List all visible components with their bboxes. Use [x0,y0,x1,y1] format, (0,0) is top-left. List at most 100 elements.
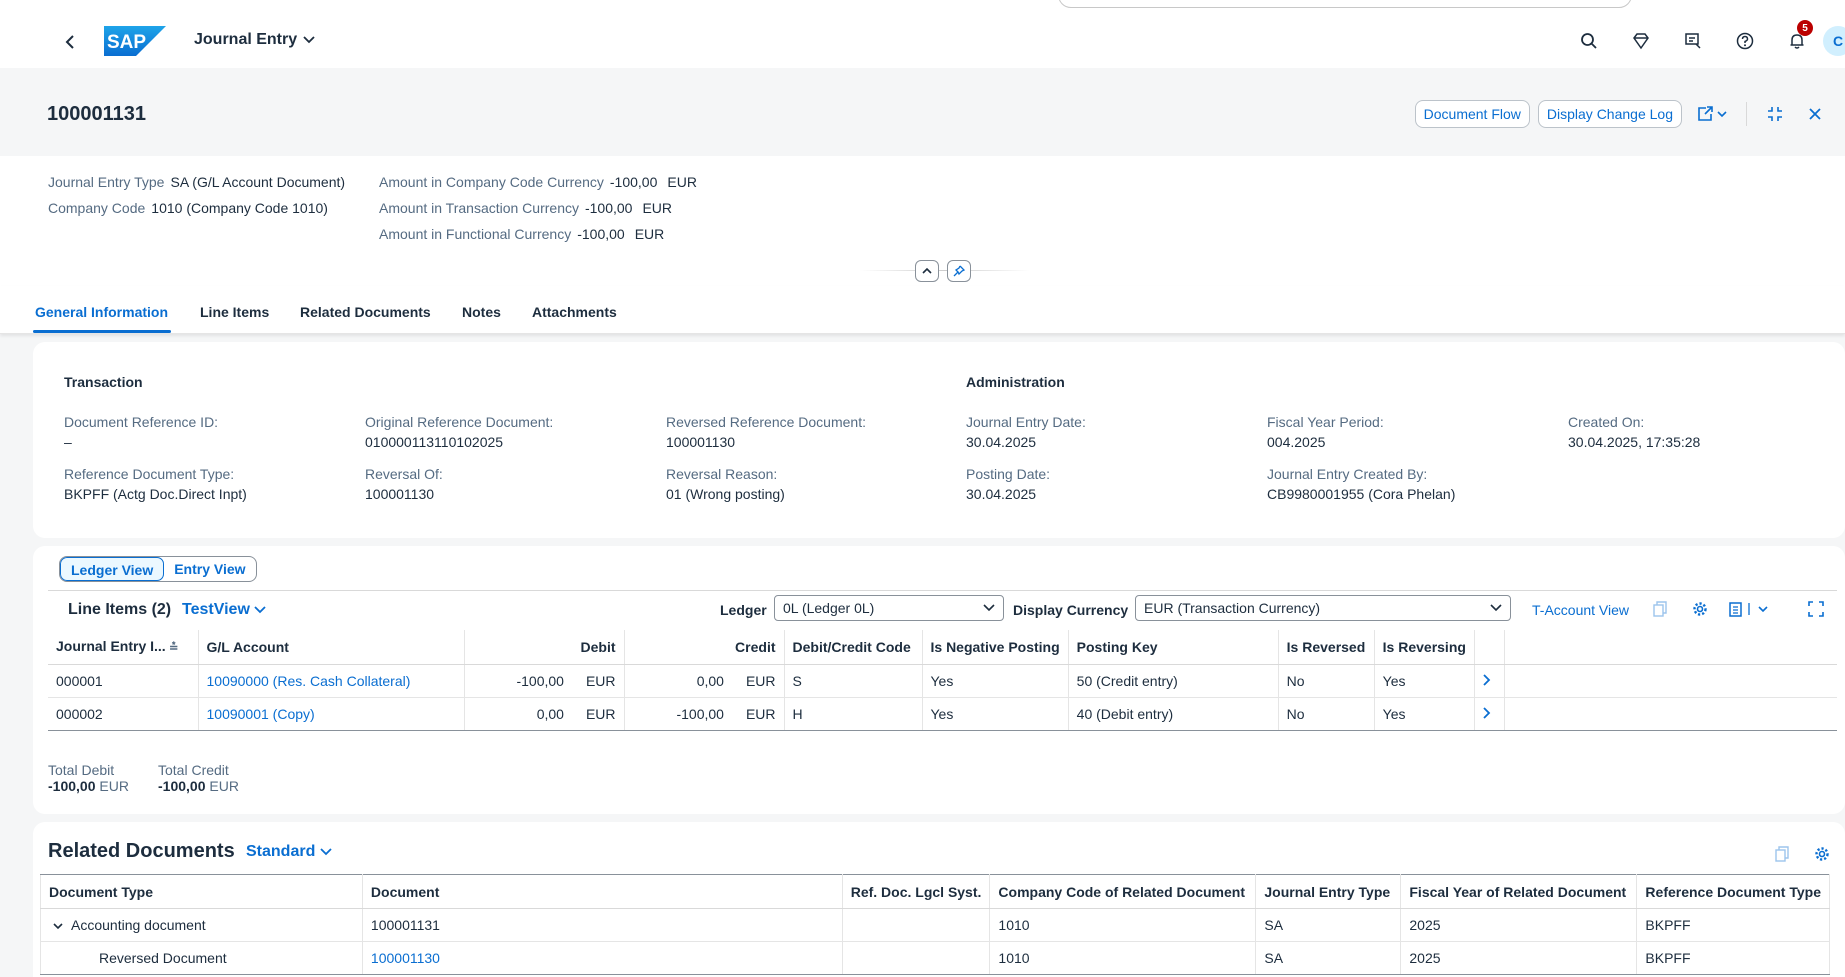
col-is-reversing[interactable]: Is Reversing [1374,630,1475,665]
related-variant-selector[interactable]: Standard [246,843,332,861]
chevron-down-icon [254,601,266,618]
chevron-down-icon [320,843,332,860]
field-reversed-reference-document: Reversed Reference Document: 100001130 [666,414,866,450]
attr-amount-functional: Amount in Functional Currency -100,00 EUR [379,226,665,242]
notification-badge: 5 [1797,20,1813,36]
col-document-type[interactable]: Document Type [40,874,363,909]
settings-icon[interactable] [1688,597,1712,621]
col-fiscal-year[interactable]: Fiscal Year of Related Document [1400,874,1638,909]
field-original-reference-document: Original Reference Document: 010000113110… [365,414,554,450]
col-ref-doc-lgcl-syst[interactable]: Ref. Doc. Lgcl Syst. [842,874,991,909]
col-debit[interactable]: Debit [464,630,625,665]
col-posting-key[interactable]: Posting Key [1068,630,1279,665]
cell-debit: 0,00 EUR [464,697,625,731]
ledger-view-button[interactable]: Ledger View [60,557,165,581]
cell-debit: -100,00 EUR [464,664,625,698]
field-reversal-of: Reversal Of: 100001130 [365,466,443,502]
col-company-code[interactable]: Company Code of Related Document [989,874,1257,909]
settings-icon[interactable] [1810,842,1834,866]
related-documents-title: Related Documents [48,840,235,862]
cell-dc-code: S [784,664,923,698]
chevron-right-icon[interactable] [1474,697,1505,731]
table-row[interactable]: 000001 10090000 (Res. Cash Collateral) -… [48,664,1837,698]
display-currency-select[interactable]: EUR (Transaction Currency) [1135,595,1511,621]
search-icon[interactable] [1563,24,1615,58]
col-credit[interactable]: Credit [624,630,785,665]
variant-selector[interactable]: TestView [182,601,266,619]
cell-gl-account: 10090001 (Copy) [198,697,465,731]
back-icon[interactable] [60,32,80,52]
cell-reference-document-type: BKPFF [1636,908,1830,942]
col-gl-account[interactable]: G/L Account [198,630,465,665]
ledger-select[interactable]: 0L (Ledger 0L) [774,595,1004,621]
chevron-right-icon[interactable] [1474,664,1505,698]
share-icon[interactable] [1690,100,1734,128]
pin-header-icon[interactable] [947,260,971,282]
exit-fullscreen-icon[interactable] [1759,100,1791,128]
col-is-negative-posting[interactable]: Is Negative Posting [922,630,1069,665]
line-items-table: Journal Entry I... ⩮ G/L Account Debit C… [48,630,1837,731]
field-reference-document-type: Reference Document Type: BKPFF (Actg Doc.… [64,466,247,502]
diamond-icon[interactable] [1615,24,1667,58]
cell-negative-posting: Yes [922,664,1069,698]
col-is-reversed[interactable]: Is Reversed [1278,630,1375,665]
app-title: Journal Entry [194,31,298,48]
field-created-by: Journal Entry Created By: CB9980001955 (C… [1267,466,1456,502]
cell-is-reversed: No [1278,664,1375,698]
document-flow-button[interactable]: Document Flow [1414,100,1530,128]
export-icon[interactable] [1728,597,1778,621]
cell-credit: 0,00 EUR [624,664,785,698]
table-header-row: Journal Entry I... ⩮ G/L Account Debit C… [48,630,1837,665]
chevron-down-icon[interactable] [49,917,71,933]
table-row[interactable]: Accounting document 100001131 1010 SA 20… [40,908,1830,942]
cell-company-code: 1010 [989,908,1257,942]
col-journal-entry-type[interactable]: Journal Entry Type [1255,874,1402,909]
tab-attachments[interactable]: Attachments [532,304,617,320]
help-icon[interactable] [1719,24,1771,58]
field-document-reference-id: Document Reference ID: – [64,414,219,450]
notifications-icon[interactable]: 5 [1771,20,1823,58]
table-row[interactable]: 000002 10090001 (Copy) 0,00 EUR -100,00 EU… [48,697,1837,731]
fullscreen-icon[interactable] [1804,597,1828,621]
line-items-title: Line Items (2) [68,601,172,618]
gl-account-link[interactable]: 10090000 (Res. Cash Collateral) [207,673,411,689]
cell-posting-key: 50 (Credit entry) [1068,664,1279,698]
display-change-log-button[interactable]: Display Change Log [1537,100,1682,128]
field-journal-entry-date: Journal Entry Date: 30.04.2025 [966,414,1086,450]
cell-document-type: Accounting document [40,908,363,942]
reversal-of-link[interactable]: 100001130 [365,486,443,502]
sap-logo[interactable]: SAP [104,26,166,56]
table-row[interactable]: Reversed Document 100001130 1010 SA 2025… [40,941,1830,975]
app-title-menu[interactable]: Journal Entry [194,31,315,49]
col-journal-entry-item[interactable]: Journal Entry I... ⩮ [48,630,199,665]
cell-negative-posting: Yes [922,697,1069,731]
cell-is-reversing: Yes [1374,697,1475,731]
app-finder-icon[interactable] [1667,24,1719,58]
cell-journal-entry-type: SA [1255,908,1402,942]
chevron-down-icon [983,599,995,615]
tab-related-documents[interactable]: Related Documents [300,304,431,320]
gl-account-link[interactable]: 10090001 (Copy) [207,706,315,722]
tab-notes[interactable]: Notes [462,304,501,320]
collapse-header-icon[interactable] [915,260,939,282]
address-bar[interactable] [1058,0,1632,8]
created-by-link[interactable]: CB9980001955 (Cora Phelan) [1267,486,1455,502]
col-reference-document-type[interactable]: Reference Document Type [1636,874,1830,909]
copy-icon[interactable] [1770,842,1794,866]
attr-amount-transaction: Amount in Transaction Currency -100,00 EUR [379,200,673,216]
cell-posting-key: 40 (Debit entry) [1068,697,1279,731]
tab-general-information[interactable]: General Information [35,304,168,320]
col-navigation [1474,630,1505,665]
col-debit-credit-code[interactable]: Debit/Credit Code [784,630,923,665]
t-account-view-link[interactable]: T-Account View [1532,602,1629,618]
cell-gl-account: 10090000 (Res. Cash Collateral) [198,664,465,698]
avatar[interactable]: C [1823,26,1845,56]
col-document[interactable]: Document [362,874,843,909]
copy-icon[interactable] [1648,597,1672,621]
original-reference-link[interactable]: 010000113110102025 [365,434,553,450]
document-link[interactable]: 100001130 [371,950,440,966]
close-icon[interactable] [1799,100,1831,128]
tab-line-items[interactable]: Line Items [200,304,269,320]
entry-view-button[interactable]: Entry View [164,557,255,581]
tab-bar: General Information Line Items Related D… [0,286,1845,334]
